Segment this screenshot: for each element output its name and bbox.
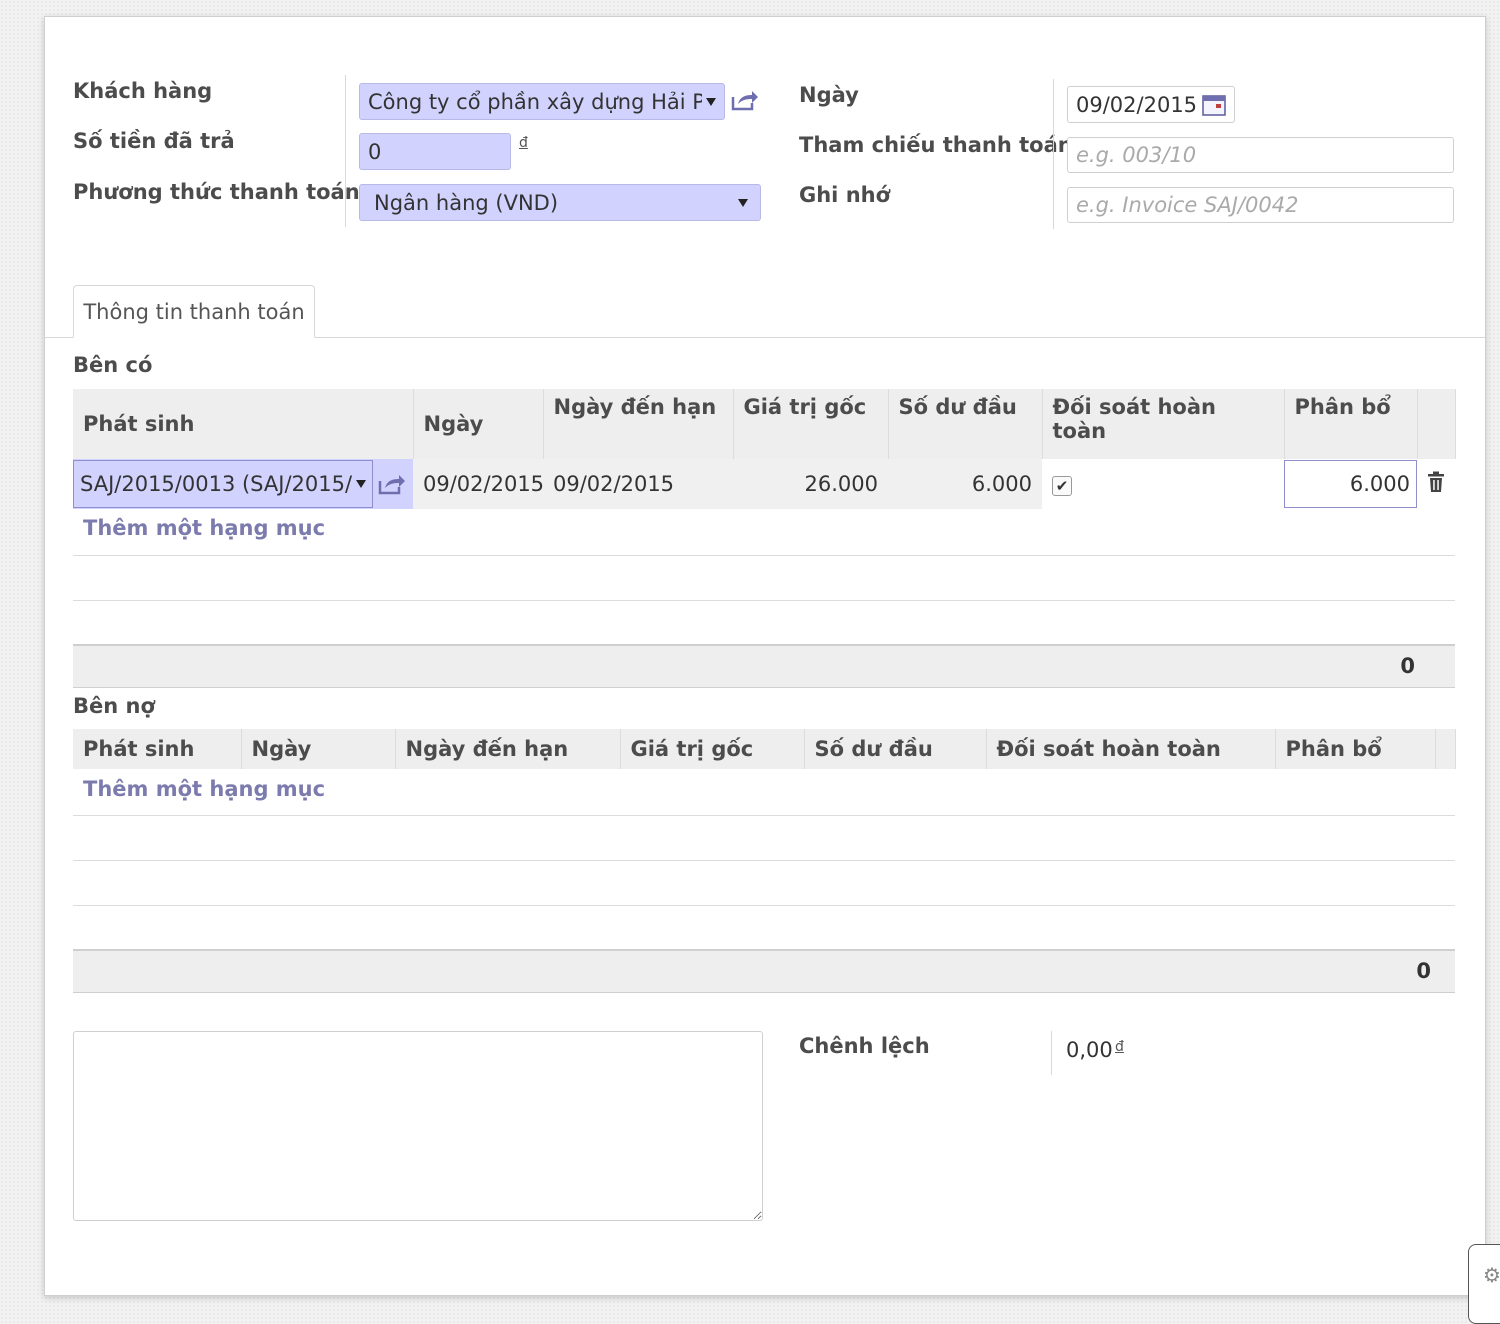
due-date-cell: 09/02/2015 (553, 472, 675, 496)
credit-add-line-link[interactable]: Thêm một hạng mục (83, 516, 325, 540)
debit-total-row: 0 (73, 949, 1455, 993)
credit-table: Phát sinh Ngày Ngày đến hạn Giá trị gốc … (73, 389, 1456, 509)
label-separator (345, 75, 346, 227)
debit-add-line-link[interactable]: Thêm một hạng mục (83, 777, 325, 801)
customer-label: Khách hàng (73, 79, 213, 103)
form-sheet: Khách hàng Số tiền đã trả Phương thức th… (44, 16, 1486, 1296)
settings-side-tab[interactable]: ⚙ (1468, 1244, 1500, 1324)
payment-ref-label: Tham chiếu thanh toán (799, 133, 1073, 157)
trash-icon[interactable] (1427, 471, 1445, 493)
amount-currency: đ (519, 135, 528, 151)
column-header[interactable]: Ngày (241, 729, 396, 769)
credit-total: 0 (1400, 654, 1415, 678)
notes-textarea[interactable] (73, 1031, 763, 1221)
column-header[interactable]: Phân bổ (1284, 389, 1418, 459)
chevron-down-icon[interactable] (706, 97, 716, 106)
tab-payment-info[interactable]: Thông tin thanh toán (73, 285, 315, 338)
memo-placeholder: e.g. Invoice SAJ/0042 (1076, 193, 1299, 217)
debit-section-title: Bên nợ (73, 694, 155, 718)
full-reconcile-cell[interactable]: ✔ (1042, 459, 1284, 509)
external-link-icon[interactable] (730, 89, 760, 111)
column-header[interactable]: Phân bổ (1275, 729, 1436, 769)
original-amount-cell: 26.000 (804, 472, 878, 496)
column-header[interactable]: Số dư đầu (888, 389, 1043, 459)
amount-value: 0 (368, 139, 382, 164)
gear-icon[interactable]: ⚙ (1483, 1263, 1500, 1287)
debit-total: 0 (1416, 959, 1431, 983)
chevron-down-icon[interactable] (356, 480, 366, 488)
calendar-icon[interactable] (1202, 94, 1226, 116)
label-separator (1051, 1031, 1052, 1075)
memo-input[interactable]: e.g. Invoice SAJ/0042 (1067, 187, 1454, 223)
payment-ref-placeholder: e.g. 003/10 (1076, 143, 1197, 167)
external-link-icon[interactable] (377, 473, 407, 495)
column-header[interactable]: Đối soát hoàn toàn (986, 729, 1276, 769)
payment-ref-input[interactable]: e.g. 003/10 (1067, 137, 1454, 173)
customer-select[interactable]: Công ty cổ phần xây dựng Hải Phòng (359, 83, 725, 120)
column-header[interactable]: Đối soát hoàn toàn (1042, 389, 1285, 459)
difference-currency: đ (1115, 1039, 1124, 1055)
column-header[interactable]: Phát sinh (73, 729, 242, 769)
column-header-actions (1417, 389, 1456, 459)
row-divider (73, 600, 1455, 601)
move-line-cell[interactable]: SAJ/2015/0013 (SAJ/2015/0013) (73, 459, 413, 509)
row-divider (73, 860, 1455, 861)
delete-cell[interactable] (1417, 459, 1455, 509)
date-cell: 09/02/2015 (423, 472, 543, 496)
label-separator (1053, 79, 1054, 229)
full-reconcile-checkbox[interactable]: ✔ (1052, 476, 1072, 496)
amount-input[interactable]: 0 (359, 133, 511, 170)
row-divider (73, 555, 1455, 556)
row-divider (73, 815, 1455, 816)
row-divider (73, 905, 1455, 906)
chevron-down-icon[interactable] (738, 198, 748, 207)
column-header[interactable]: Giá trị gốc (620, 729, 805, 769)
column-header[interactable]: Ngày đến hạn (395, 729, 621, 769)
difference-label: Chênh lệch (799, 1034, 930, 1058)
table-row[interactable]: SAJ/2015/0013 (SAJ/2015/0013) 09/02/2015… (73, 459, 1455, 509)
date-value: 09/02/2015 (1076, 92, 1198, 117)
column-header[interactable]: Ngày (413, 389, 544, 459)
customer-value: Công ty cổ phần xây dựng Hải Phòng (368, 89, 702, 114)
amount-label: Số tiền đã trả (73, 129, 235, 153)
column-header[interactable]: Phát sinh (73, 389, 414, 459)
credit-total-row: 0 (73, 644, 1455, 688)
payment-method-select[interactable]: Ngân hàng (VND) (359, 184, 761, 221)
credit-section-title: Bên có (73, 353, 153, 377)
move-line-value: SAJ/2015/0013 (SAJ/2015/0013) (80, 472, 352, 496)
opening-balance-cell: 6.000 (971, 472, 1032, 496)
allocation-input[interactable]: 6.000 (1284, 460, 1417, 508)
payment-method-value: Ngân hàng (VND) (374, 190, 559, 215)
allocation-cell[interactable]: 6.000 (1284, 459, 1417, 509)
column-header[interactable]: Số dư đầu (804, 729, 987, 769)
column-header-actions (1435, 729, 1456, 769)
debit-table: Phát sinh Ngày Ngày đến hạn Giá trị gốc … (73, 729, 1456, 769)
column-header[interactable]: Ngày đến hạn (543, 389, 734, 459)
memo-label: Ghi nhớ (799, 183, 891, 207)
payment-method-label: Phương thức thanh toán (73, 180, 360, 204)
date-label: Ngày (799, 83, 859, 107)
difference-value: 0,00 (1066, 1038, 1113, 1062)
column-header[interactable]: Giá trị gốc (733, 389, 889, 459)
move-line-select[interactable]: SAJ/2015/0013 (SAJ/2015/0013) (73, 460, 373, 508)
